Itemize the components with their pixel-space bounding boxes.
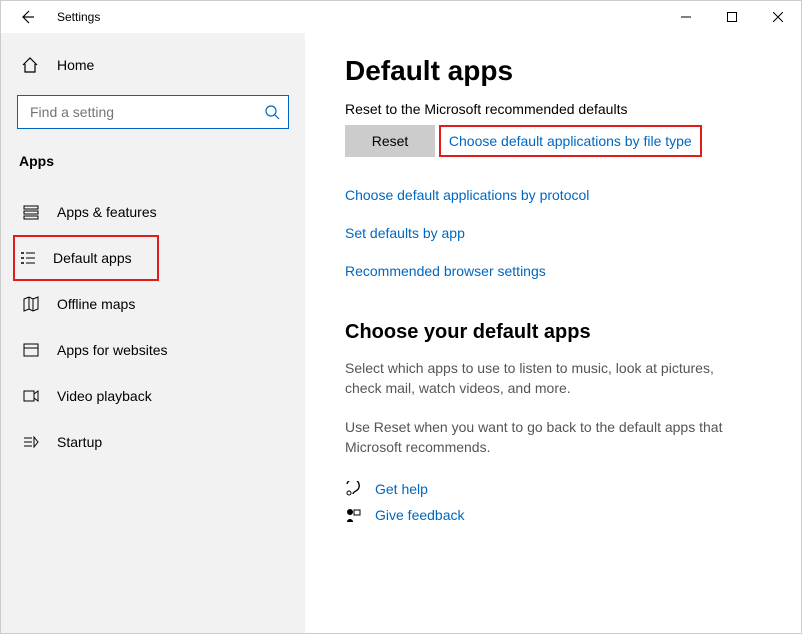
content-pane: Default apps Reset to the Microsoft reco…	[305, 33, 801, 633]
offline-maps-icon	[21, 295, 41, 313]
sidebar-item-label: Apps for websites	[57, 342, 168, 358]
sidebar-item-default-apps-highlight: Default apps	[13, 235, 159, 281]
sidebar-section-header: Apps	[17, 153, 305, 169]
apps-websites-icon	[21, 341, 41, 359]
reset-button[interactable]: Reset	[345, 125, 435, 157]
link-by-file-type[interactable]: Choose default applications by file type	[449, 133, 692, 149]
sidebar-home[interactable]: Home	[17, 47, 305, 83]
feedback-icon	[345, 507, 363, 523]
sidebar-item-startup[interactable]: Startup	[17, 419, 305, 465]
sidebar-item-apps-for-websites[interactable]: Apps for websites	[17, 327, 305, 373]
give-feedback-link[interactable]: Give feedback	[345, 507, 779, 523]
sidebar-item-label: Startup	[57, 434, 102, 450]
search-icon	[264, 104, 280, 120]
window-title: Settings	[57, 10, 100, 24]
sidebar-item-offline-maps[interactable]: Offline maps	[17, 281, 305, 327]
page-title: Default apps	[345, 55, 779, 87]
maximize-icon[interactable]	[709, 1, 755, 33]
link-file-type-highlight: Choose default applications by file type	[439, 125, 702, 157]
search-input[interactable]	[17, 95, 289, 129]
home-icon	[21, 56, 39, 74]
back-icon[interactable]	[15, 9, 39, 25]
link-by-app[interactable]: Set defaults by app	[345, 225, 779, 241]
titlebar: Settings	[1, 1, 801, 33]
sidebar-item-video-playback[interactable]: Video playback	[17, 373, 305, 419]
sidebar-item-apps-features[interactable]: Apps & features	[17, 189, 305, 235]
minimize-icon[interactable]	[663, 1, 709, 33]
startup-icon	[21, 433, 41, 451]
default-apps-icon	[19, 249, 37, 267]
apps-features-icon	[21, 203, 41, 221]
give-feedback-label: Give feedback	[375, 507, 465, 523]
link-browser-settings[interactable]: Recommended browser settings	[345, 263, 779, 279]
choose-description: Select which apps to use to listen to mu…	[345, 358, 745, 399]
get-help-label: Get help	[375, 481, 428, 497]
sidebar-item-default-apps[interactable]: Default apps	[15, 237, 153, 279]
sidebar-item-label: Offline maps	[57, 296, 135, 312]
reset-description: Reset to the Microsoft recommended defau…	[345, 101, 779, 117]
link-by-protocol[interactable]: Choose default applications by protocol	[345, 187, 779, 203]
choose-header: Choose your default apps	[345, 321, 779, 344]
sidebar-item-label: Video playback	[57, 388, 152, 404]
get-help-link[interactable]: Get help	[345, 481, 779, 497]
sidebar-item-label: Default apps	[53, 250, 132, 266]
get-help-icon	[345, 481, 363, 497]
sidebar-home-label: Home	[57, 57, 94, 73]
reset-long-description: Use Reset when you want to go back to th…	[345, 417, 745, 458]
close-icon[interactable]	[755, 1, 801, 33]
sidebar-item-label: Apps & features	[57, 204, 157, 220]
video-playback-icon	[21, 387, 41, 405]
search-field[interactable]	[28, 103, 254, 121]
sidebar: Home Apps Apps & features	[1, 33, 305, 633]
